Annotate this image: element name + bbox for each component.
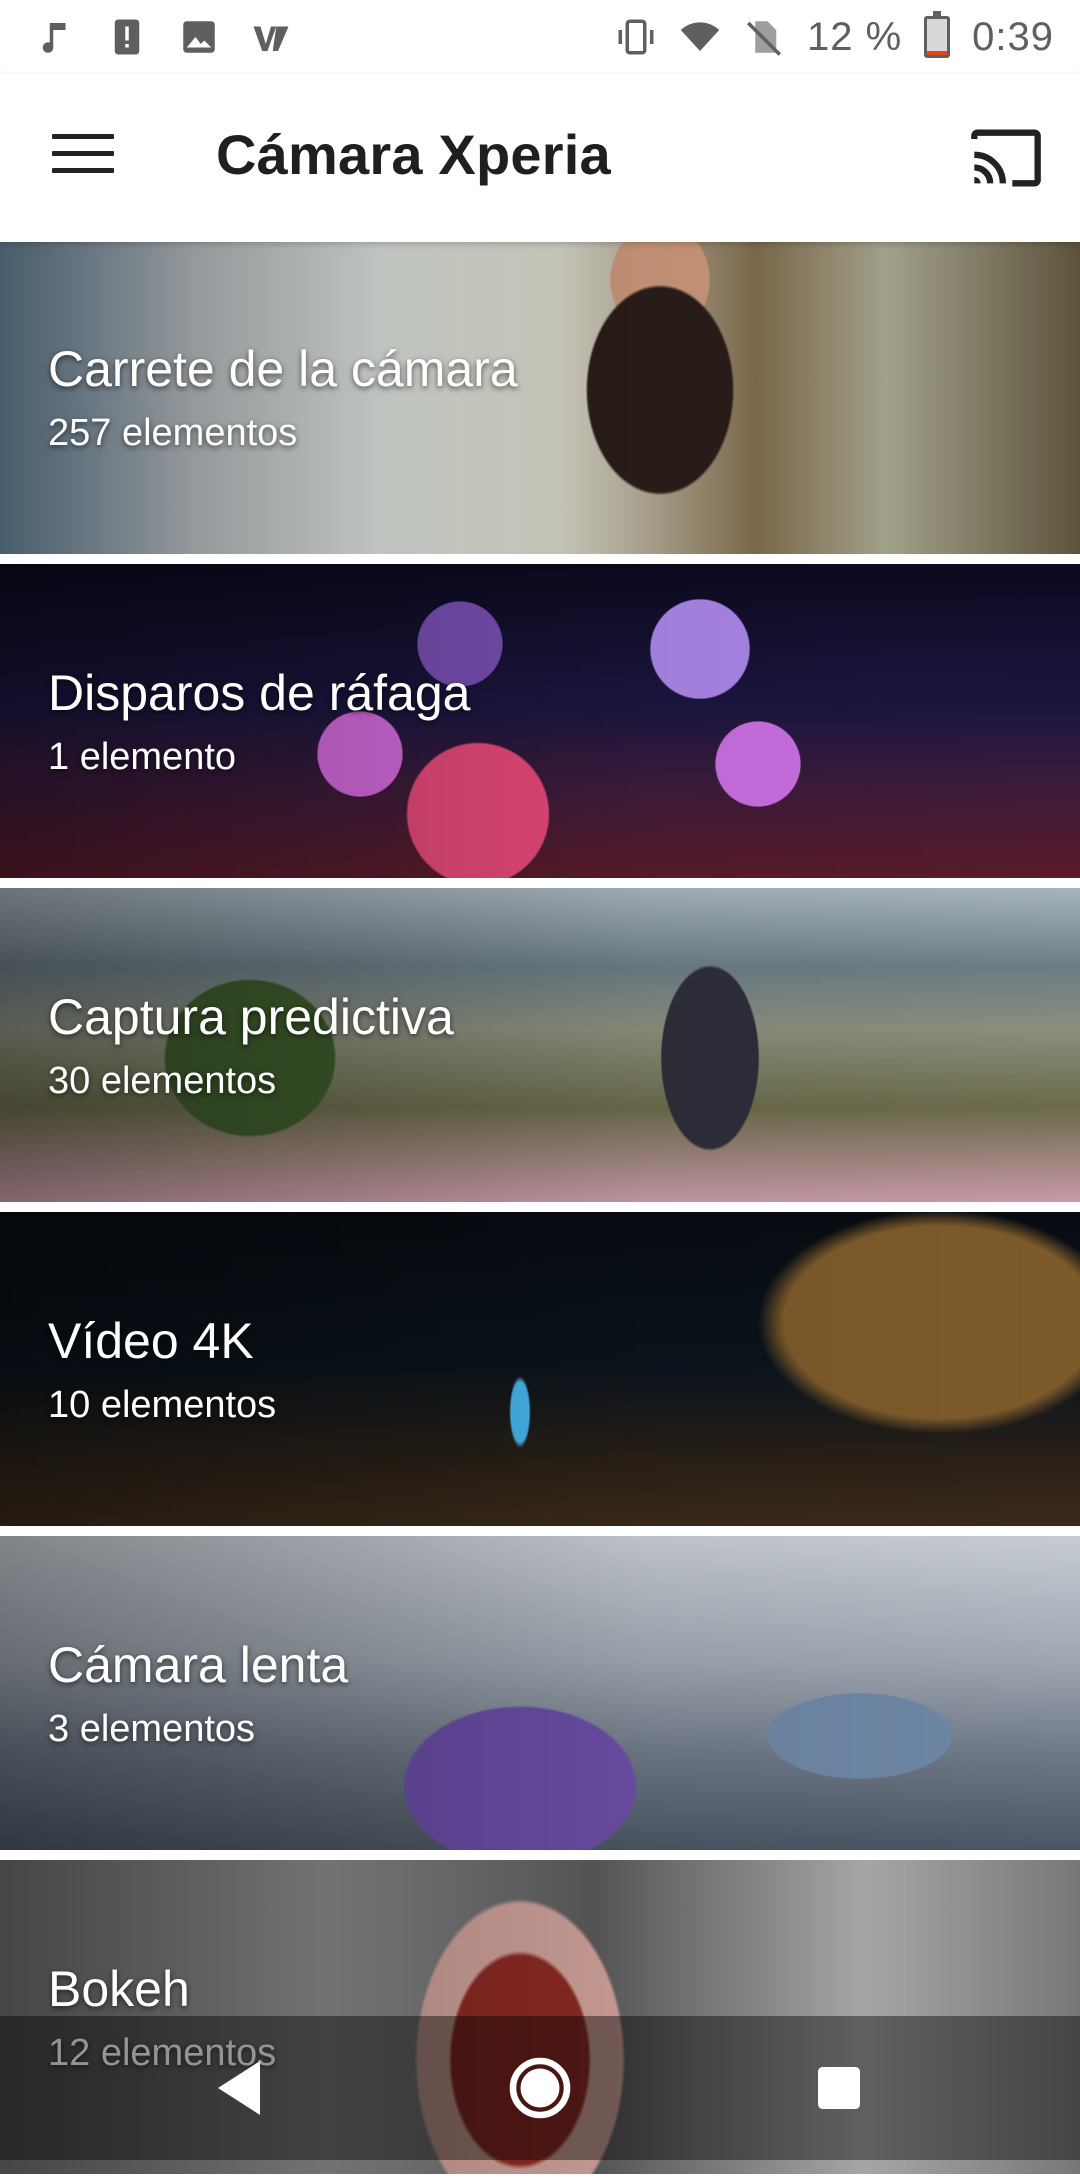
album-count: 10 elementos bbox=[48, 1384, 277, 1426]
wifi-icon bbox=[679, 16, 721, 58]
status-notifications bbox=[34, 16, 292, 58]
album-title: Carrete de la cámara bbox=[48, 341, 518, 397]
recents-icon[interactable] bbox=[803, 2052, 875, 2124]
album-slow-motion[interactable]: Cámara lenta 3 elementos bbox=[0, 1536, 1080, 1850]
menu-icon[interactable] bbox=[52, 134, 114, 182]
album-list: Carrete de la cámara 257 elementos Dispa… bbox=[0, 240, 1080, 2184]
album-predictive-capture[interactable]: Captura predictiva 30 elementos bbox=[0, 888, 1080, 1202]
album-burst[interactable]: Disparos de ráfaga 1 elemento bbox=[0, 564, 1080, 878]
back-icon[interactable] bbox=[206, 2052, 278, 2124]
carrier-icon bbox=[250, 16, 292, 58]
album-title: Captura predictiva bbox=[48, 989, 454, 1045]
home-icon[interactable] bbox=[504, 2052, 576, 2124]
album-count: 3 elementos bbox=[48, 1708, 256, 1750]
music-icon bbox=[34, 16, 76, 58]
album-title: Vídeo 4K bbox=[48, 1313, 254, 1369]
status-bar: 12 % 0:39 bbox=[0, 0, 1080, 74]
album-camera-roll[interactable]: Carrete de la cámara 257 elementos bbox=[0, 240, 1080, 554]
app-bar: Cámara Xperia bbox=[0, 74, 1080, 242]
album-title: Cámara lenta bbox=[48, 1637, 349, 1693]
image-icon bbox=[178, 16, 220, 58]
album-4k-video[interactable]: Vídeo 4K 10 elementos bbox=[0, 1212, 1080, 1526]
alert-icon bbox=[106, 16, 148, 58]
navigation-bar bbox=[0, 2016, 1080, 2160]
page-title: Cámara Xperia bbox=[216, 123, 611, 186]
no-sim-icon bbox=[743, 16, 785, 58]
album-count: 1 elemento bbox=[48, 736, 237, 778]
album-count: 30 elementos bbox=[48, 1060, 277, 1102]
cast-icon[interactable] bbox=[968, 126, 1044, 190]
status-system: 12 % 0:39 bbox=[615, 11, 1054, 60]
clock: 0:39 bbox=[972, 14, 1054, 59]
album-title: Disparos de ráfaga bbox=[48, 665, 471, 721]
album-title: Bokeh bbox=[48, 1961, 190, 2017]
vibrate-icon bbox=[615, 16, 657, 58]
battery-percent: 12 % bbox=[806, 14, 903, 59]
battery-icon bbox=[924, 11, 951, 58]
album-count: 257 elementos bbox=[48, 412, 298, 454]
